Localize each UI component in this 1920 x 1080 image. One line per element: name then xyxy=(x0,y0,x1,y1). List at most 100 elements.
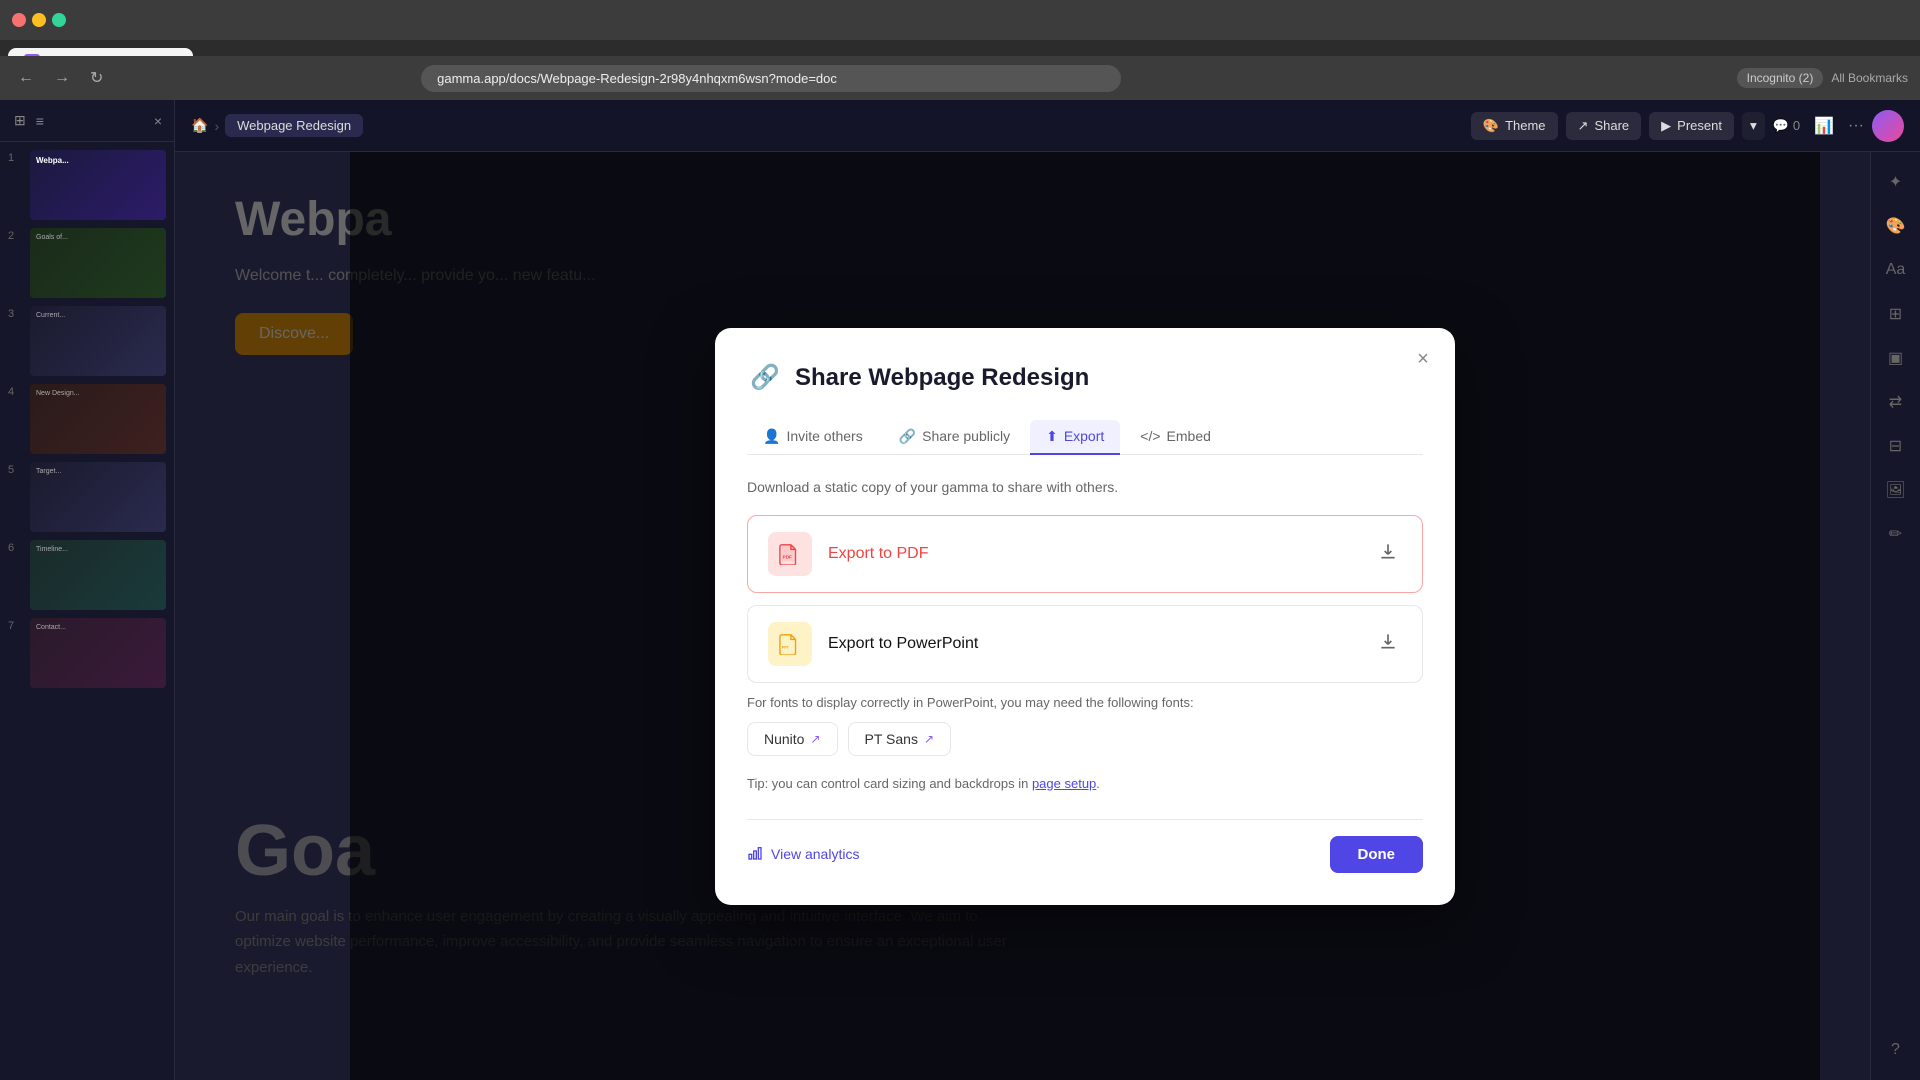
slide-number-7: 7 xyxy=(8,618,22,688)
tab-share-publicly[interactable]: 🔗 Share publicly xyxy=(883,420,1026,455)
tab-embed[interactable]: </> Embed xyxy=(1124,420,1227,455)
right-sidebar: ✦ 🎨 Aa ⊞ ▣ ⇄ ⊟ 🖼 ✏ ? xyxy=(1870,152,1920,1080)
page-setup-link[interactable]: page setup xyxy=(1032,776,1096,791)
export-pdf-label: Export to PDF xyxy=(828,545,1358,563)
tab-invite-icon: 👤 xyxy=(763,428,780,445)
slide-item-3[interactable]: 3 Current... xyxy=(8,306,166,376)
modal-close-btn[interactable]: × xyxy=(1407,344,1439,376)
font-nunito-link[interactable]: Nunito ↗ xyxy=(747,722,838,756)
slide-number-1: 1 xyxy=(8,150,22,220)
tab-invite-others[interactable]: 👤 Invite others xyxy=(747,420,879,455)
left-sidebar: ⊞ ≡ × 1 Webpa... 2 Goals of... 3 Cu xyxy=(0,100,175,1080)
modal-subtitle: Download a static copy of your gamma to … xyxy=(747,479,1423,495)
modal-overlay: × 🔗 Share Webpage Redesign 👤 Invite othe… xyxy=(350,152,1820,1080)
tip-text-start: Tip: you can control card sizing and bac… xyxy=(747,776,1032,791)
export-ppt-label: Export to PowerPoint xyxy=(828,635,1358,653)
right-sidebar-text-btn[interactable]: Aa xyxy=(1878,252,1914,288)
present-icon: ▶ xyxy=(1661,118,1671,134)
bookmarks-label: All Bookmarks xyxy=(1831,71,1908,85)
comment-button[interactable]: 💬 0 xyxy=(1773,118,1800,134)
app-header: 🏠 › Webpage Redesign 🎨 Theme ↗ Share ▶ P… xyxy=(175,100,1920,152)
tab-embed-icon: </> xyxy=(1140,428,1160,444)
window-max-btn[interactable] xyxy=(52,13,66,27)
slide-item-5[interactable]: 5 Target... xyxy=(8,462,166,532)
right-sidebar-grid-btn[interactable]: ⊞ xyxy=(1878,296,1914,332)
export-pdf-download-btn[interactable] xyxy=(1374,537,1402,571)
nav-forward-btn[interactable]: → xyxy=(48,65,76,91)
more-options-btn[interactable]: ··· xyxy=(1848,117,1864,135)
slide-thumbnail-3: Current... xyxy=(30,306,166,376)
present-button[interactable]: ▶ Present xyxy=(1649,112,1734,140)
font-ptsans-link[interactable]: PT Sans ↗ xyxy=(848,722,952,756)
export-pdf-option[interactable]: PDF Export to PDF xyxy=(747,515,1423,593)
right-sidebar-paint-btn[interactable]: 🎨 xyxy=(1878,208,1914,244)
analytics-icon xyxy=(747,845,763,864)
slide-number-6: 6 xyxy=(8,540,22,610)
slide-number-5: 5 xyxy=(8,462,22,532)
discover-button[interactable]: Discove... xyxy=(235,313,353,355)
modal-footer: View analytics Done xyxy=(747,819,1423,873)
sidebar-close-btn[interactable]: × xyxy=(154,113,162,129)
present-chevron-btn[interactable]: ▾ xyxy=(1742,112,1765,140)
app-container: ⊞ ≡ × 1 Webpa... 2 Goals of... 3 Cu xyxy=(0,100,1920,1080)
sidebar-header-icons: ⊞ ≡ xyxy=(12,110,46,131)
slide-item-6[interactable]: 6 Timeline... xyxy=(8,540,166,610)
tab-invite-label: Invite others xyxy=(786,428,862,444)
slide-item-7[interactable]: 7 Contact... xyxy=(8,618,166,688)
header-right: 🎨 Theme ↗ Share ▶ Present ▾ 💬 0 📊 ··· xyxy=(1471,110,1904,142)
tab-export-icon: ⬆ xyxy=(1046,428,1058,445)
window-close-btn[interactable] xyxy=(12,13,26,27)
analytics-icon-btn[interactable]: 📊 xyxy=(1808,112,1840,140)
slide-item-1[interactable]: 1 Webpa... xyxy=(8,150,166,220)
tip-text-end: . xyxy=(1096,776,1100,791)
right-sidebar-edit-btn[interactable]: ✏ xyxy=(1878,516,1914,552)
tab-export[interactable]: ⬆ Export xyxy=(1030,420,1120,455)
breadcrumb-current[interactable]: Webpage Redesign xyxy=(225,114,363,137)
tab-export-label: Export xyxy=(1064,428,1104,444)
right-sidebar-img-btn[interactable]: 🖼 xyxy=(1878,472,1914,508)
external-link-icon-nunito: ↗ xyxy=(810,732,820,746)
right-sidebar-table-btn[interactable]: ⊟ xyxy=(1878,428,1914,464)
view-analytics-btn[interactable]: View analytics xyxy=(747,845,859,864)
view-analytics-label: View analytics xyxy=(771,846,859,862)
export-ppt-download-btn[interactable] xyxy=(1374,627,1402,661)
sidebar-grid-icon[interactable]: ⊞ xyxy=(12,110,28,131)
slide-thumbnail-1: Webpa... xyxy=(30,150,166,220)
svg-text:PDF: PDF xyxy=(783,554,792,559)
modal-link-icon: 🔗 xyxy=(747,360,783,396)
slide-thumbnail-4: New Design... xyxy=(30,384,166,454)
slide-item-4[interactable]: 4 New Design... xyxy=(8,384,166,454)
slide-number-4: 4 xyxy=(8,384,22,454)
share-label: Share xyxy=(1594,118,1629,133)
share-icon: ↗ xyxy=(1578,118,1589,134)
slide-item-2[interactable]: 2 Goals of... xyxy=(8,228,166,298)
share-modal: × 🔗 Share Webpage Redesign 👤 Invite othe… xyxy=(715,328,1455,905)
sidebar-list-icon[interactable]: ≡ xyxy=(34,110,46,131)
done-button[interactable]: Done xyxy=(1330,836,1424,873)
right-sidebar-ai-btn[interactable]: ✦ xyxy=(1878,164,1914,200)
slide-number-3: 3 xyxy=(8,306,22,376)
nav-right: Incognito (2) All Bookmarks xyxy=(1737,68,1908,88)
font-note: For fonts to display correctly in PowerP… xyxy=(747,695,1423,710)
breadcrumb-home-icon[interactable]: 🏠 xyxy=(191,117,208,134)
right-sidebar-help-btn[interactable]: ? xyxy=(1878,1032,1914,1068)
sidebar-slides: 1 Webpa... 2 Goals of... 3 Current... 4 xyxy=(0,142,174,1080)
theme-button[interactable]: 🎨 Theme xyxy=(1471,112,1558,140)
theme-icon: 🎨 xyxy=(1483,118,1499,134)
slide-thumbnail-2: Goals of... xyxy=(30,228,166,298)
modal-header: 🔗 Share Webpage Redesign xyxy=(747,360,1423,396)
share-button[interactable]: ↗ Share xyxy=(1566,112,1642,140)
ppt-icon: PPT xyxy=(768,622,812,666)
right-sidebar-share-btn[interactable]: ⇄ xyxy=(1878,384,1914,420)
tip-text: Tip: you can control card sizing and bac… xyxy=(747,776,1423,791)
font-links: Nunito ↗ PT Sans ↗ xyxy=(747,722,1423,756)
window-min-btn[interactable] xyxy=(32,13,46,27)
export-ppt-option[interactable]: PPT Export to PowerPoint xyxy=(747,605,1423,683)
right-sidebar-layout-btn[interactable]: ▣ xyxy=(1878,340,1914,376)
tab-share-icon: 🔗 xyxy=(899,428,916,445)
nav-back-btn[interactable]: ← xyxy=(12,65,40,91)
address-bar[interactable] xyxy=(421,65,1121,92)
user-avatar[interactable] xyxy=(1872,110,1904,142)
font-nunito-label: Nunito xyxy=(764,731,804,747)
nav-reload-btn[interactable]: ↻ xyxy=(84,64,109,92)
